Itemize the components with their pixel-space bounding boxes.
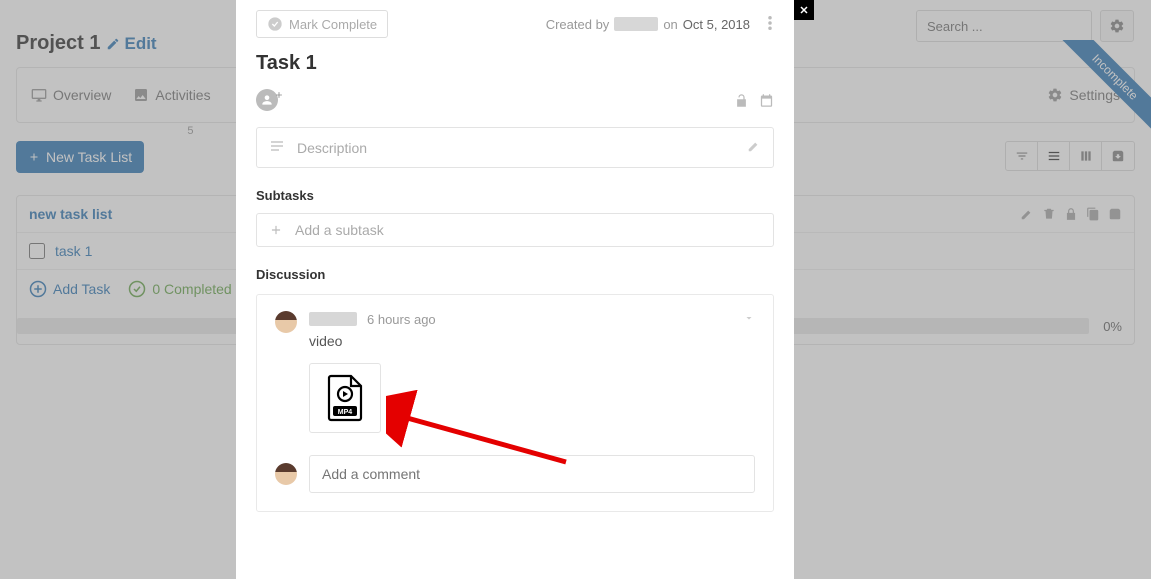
svg-text:MP4: MP4 bbox=[338, 409, 353, 416]
assignee-add-button[interactable] bbox=[256, 89, 278, 111]
chevron-down-icon bbox=[743, 312, 755, 324]
plus-icon bbox=[274, 90, 284, 100]
subtasks-heading: Subtasks bbox=[256, 188, 774, 203]
mp4-file-icon: MP4 bbox=[325, 374, 365, 422]
comment-collapse-button[interactable] bbox=[743, 311, 755, 327]
mark-complete-button[interactable]: Mark Complete bbox=[256, 10, 388, 38]
task-menu-button[interactable] bbox=[762, 16, 774, 33]
task-modal: Mark Complete Created by on Oct 5, 2018 … bbox=[236, 0, 794, 579]
calendar-icon[interactable] bbox=[759, 93, 774, 108]
comment: 6 hours ago video MP4 bbox=[275, 311, 755, 433]
check-circle-icon bbox=[267, 16, 283, 32]
add-subtask-field[interactable]: Add a subtask bbox=[256, 213, 774, 247]
comment-timestamp: 6 hours ago bbox=[367, 312, 436, 327]
attachment-mp4[interactable]: MP4 bbox=[309, 363, 381, 433]
discussion-heading: Discussion bbox=[256, 267, 774, 282]
avatar bbox=[275, 311, 297, 333]
pencil-icon bbox=[747, 139, 761, 153]
close-icon bbox=[798, 4, 810, 16]
plus-icon bbox=[269, 223, 283, 237]
close-button[interactable] bbox=[794, 0, 814, 20]
commenter-name-redacted bbox=[309, 312, 357, 326]
discussion-panel: 6 hours ago video MP4 bbox=[256, 294, 774, 512]
lines-icon bbox=[269, 138, 285, 154]
avatar bbox=[275, 463, 297, 485]
description-field[interactable]: Description bbox=[256, 127, 774, 168]
comment-text: video bbox=[309, 333, 755, 349]
created-by-text: Created by on Oct 5, 2018 bbox=[546, 17, 750, 32]
unlock-icon[interactable] bbox=[734, 93, 749, 108]
task-title: Task 1 bbox=[256, 52, 774, 75]
author-redacted bbox=[614, 17, 658, 31]
add-comment-input[interactable] bbox=[309, 455, 755, 493]
person-icon bbox=[260, 93, 274, 107]
kebab-icon bbox=[768, 16, 772, 30]
